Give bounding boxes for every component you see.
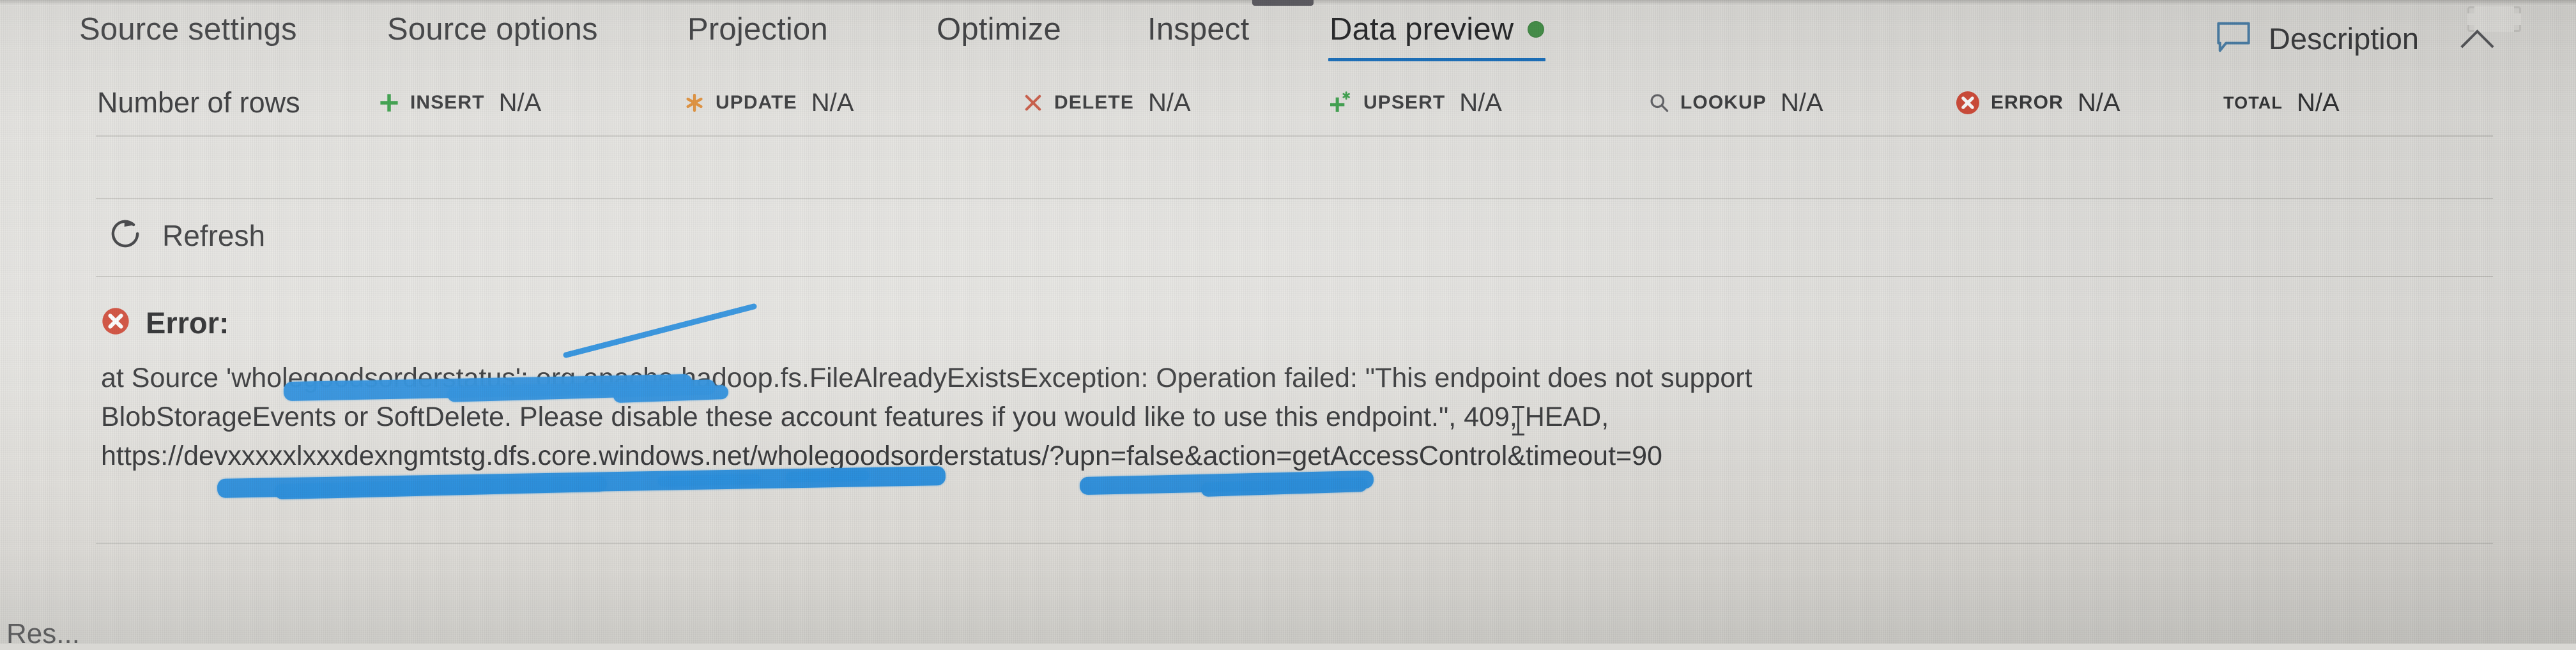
tab-source-options[interactable]: Source options [383, 11, 602, 61]
metric-number-of-rows-title: Number of rows [97, 75, 300, 130]
metric-value: N/A [811, 89, 854, 117]
metric-value: N/A [499, 89, 542, 117]
metric-label: UPSERT [1363, 92, 1445, 114]
data-preview-status-dot [1528, 21, 1544, 38]
metric-label: UPDATE [716, 92, 797, 114]
x-icon [1022, 92, 1044, 114]
redaction-stroke-url-path-2 [1201, 478, 1368, 497]
tab-label: Source options [387, 12, 598, 47]
error-circle-icon [101, 306, 130, 339]
tab-bar: Source settings Source options Projectio… [0, 5, 2576, 75]
metric-value: N/A [1459, 89, 1502, 117]
error-line: BlobStorageEvents or SoftDelete. Please … [101, 398, 2465, 437]
refresh-label: Refresh [162, 218, 265, 253]
metric-lookup: LOOKUP N/A [1648, 75, 1823, 130]
error-circle-icon [1955, 90, 1981, 116]
divider-below-refresh [96, 276, 2493, 277]
magnifier-icon [1648, 92, 1670, 114]
metric-value: N/A [2078, 89, 2120, 117]
metric-label: LOOKUP [1680, 92, 1767, 114]
tab-label: Optimize [937, 12, 1061, 47]
metric-label: DELETE [1054, 92, 1134, 114]
data-factory-bottom-panel: Source settings Source options Projectio… [0, 0, 2576, 644]
footer-partial-label: Res... [6, 618, 80, 650]
refresh-button[interactable]: Refresh [107, 216, 265, 255]
metric-value: N/A [1148, 89, 1191, 117]
redaction-leader-line [562, 300, 767, 396]
plus-icon [378, 92, 400, 114]
metric-total: TOTAL N/A [2223, 75, 2340, 130]
metrics-title: Number of rows [97, 86, 300, 119]
tab-source-settings[interactable]: Source settings [75, 11, 301, 61]
plus-asterisk-icon [1328, 91, 1353, 115]
error-heading: Error: [101, 305, 229, 340]
metric-error: ERROR N/A [1955, 75, 2120, 130]
redaction-stroke-url-host-2 [275, 476, 607, 500]
description-group: Description [2215, 20, 2494, 57]
divider-below-error [96, 543, 2493, 544]
description-label[interactable]: Description [2269, 21, 2419, 56]
divider-above-metrics [96, 135, 2493, 137]
asterisk-icon [684, 92, 705, 114]
tab-optimize[interactable]: Optimize [933, 11, 1065, 61]
error-line: at Source 'wholegoodsorderstatus': org.a… [101, 359, 2465, 398]
comment-icon[interactable] [2215, 20, 2252, 57]
chevron-up-icon[interactable] [2460, 22, 2494, 56]
metric-upsert: UPSERT N/A [1328, 75, 1502, 130]
divider-below-metrics [96, 198, 2493, 199]
tab-label: Data preview [1330, 12, 1514, 47]
metric-label: TOTAL [2223, 93, 2283, 113]
tab-label: Source settings [79, 12, 297, 47]
error-message-body: at Source 'wholegoodsorderstatus': org.a… [101, 359, 2465, 476]
tab-label: Inspect [1147, 12, 1249, 47]
metric-value: N/A [1781, 89, 1823, 117]
tab-data-preview[interactable]: Data preview [1326, 11, 1548, 61]
tab-label: Projection [687, 12, 828, 47]
photographed-screen: Source settings Source options Projectio… [0, 0, 2576, 644]
error-heading-label: Error: [146, 305, 229, 340]
row-count-metrics: Number of rows INSERT N/A UPDATE [0, 75, 2576, 130]
error-line: https://devxxxxxlxxxdexngmtstg.dfs.core.… [101, 437, 2465, 476]
metric-label: ERROR [1991, 92, 2064, 114]
tab-inspect[interactable]: Inspect [1144, 11, 1253, 61]
text-cursor [1517, 406, 1519, 435]
metric-delete: DELETE N/A [1022, 75, 1191, 130]
refresh-icon [107, 216, 143, 255]
metric-label: INSERT [410, 92, 485, 114]
metric-update: UPDATE N/A [684, 75, 854, 130]
tab-projection[interactable]: Projection [684, 11, 832, 61]
redaction-stroke-url-host-3 [658, 474, 760, 487]
active-tab-underline [1328, 58, 1545, 61]
metric-value: N/A [2297, 89, 2340, 117]
metric-insert: INSERT N/A [378, 75, 541, 130]
